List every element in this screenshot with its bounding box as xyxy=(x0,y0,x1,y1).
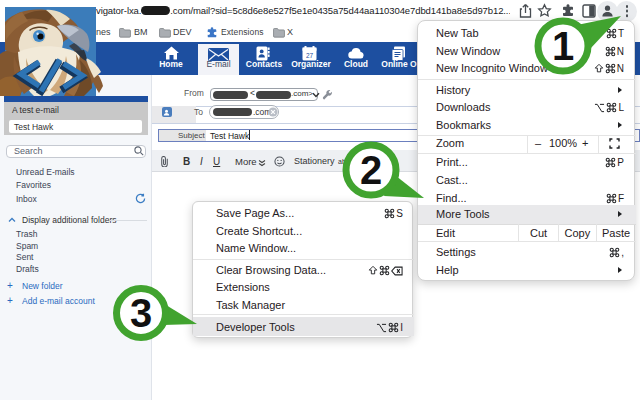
svg-text:27: 27 xyxy=(306,52,314,59)
